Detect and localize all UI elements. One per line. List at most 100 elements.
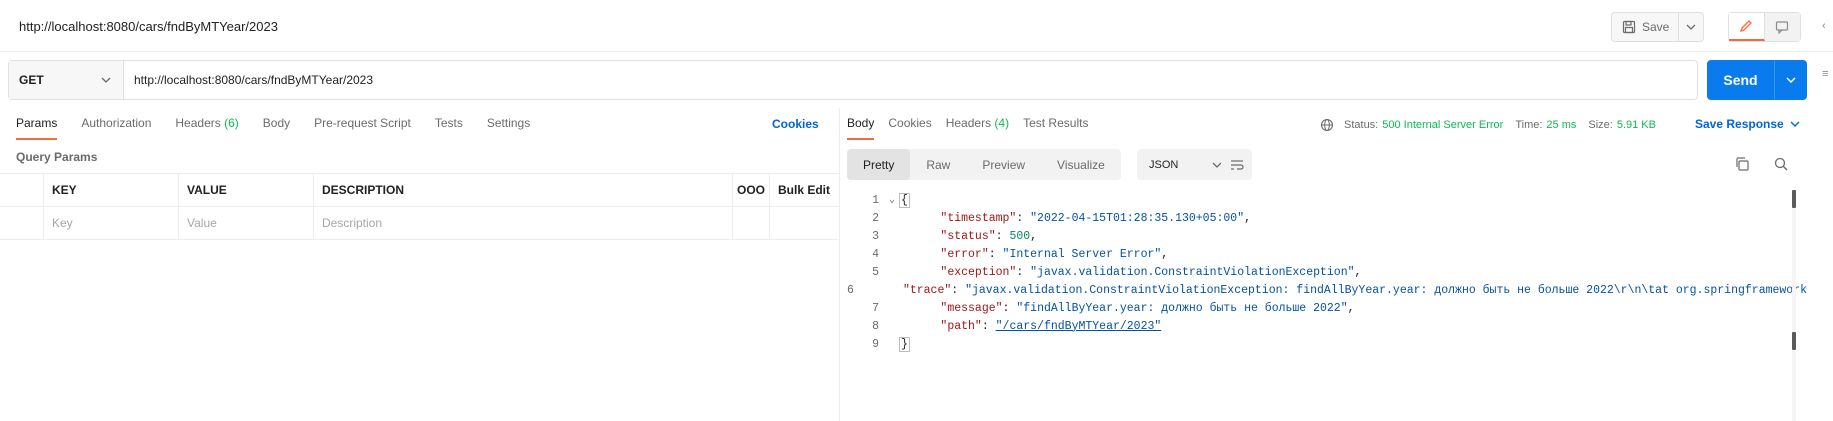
format-visualize[interactable]: Visualize (1041, 149, 1121, 180)
request-title[interactable]: http://localhost:8080/cars/fndByMTYear/2… (19, 19, 278, 34)
tab-response-cookies[interactable]: Cookies (888, 112, 931, 140)
save-button[interactable]: Save (1612, 13, 1680, 41)
save-response-button[interactable]: Save Response (1695, 117, 1800, 131)
json-key: "exception" (940, 265, 1017, 279)
status-label: Status: (1344, 119, 1379, 131)
format-pretty[interactable]: Pretty (847, 149, 911, 180)
code-line: 6 "trace": "javax.validation.ConstraintV… (847, 283, 1807, 297)
line-number: 3 (872, 229, 879, 243)
tab-count: (4) (994, 116, 1010, 130)
tab-count: (6) (224, 116, 239, 130)
side-panel-menu-icon[interactable]: ≡ (1822, 68, 1828, 80)
row-checkbox[interactable] (0, 207, 44, 239)
pencil-icon (1740, 20, 1753, 33)
comment-icon (1776, 21, 1789, 34)
code-line: 4 "error": "Internal Server Error", (847, 245, 1807, 263)
side-panel-arrow-icon[interactable]: ‹ (1822, 20, 1826, 32)
json-key: "message" (940, 301, 1003, 315)
row-spacer (770, 207, 839, 239)
value-field[interactable]: Value (179, 207, 314, 239)
send-button[interactable]: Send (1707, 60, 1775, 100)
language-value: JSON (1149, 158, 1179, 171)
send-options-button[interactable] (1775, 60, 1807, 100)
edit-mode-button[interactable] (1729, 13, 1765, 41)
tab-label: Params (16, 116, 58, 130)
vertical-scrollbar[interactable] (1792, 190, 1796, 421)
tab-label: Headers (945, 116, 992, 130)
tab-label: Headers (175, 116, 221, 130)
status-value[interactable]: 500 Internal Server Error (1382, 119, 1503, 131)
chevron-down-icon (1686, 24, 1696, 30)
tab-tests[interactable]: Tests (435, 112, 463, 140)
request-tabs: Params Authorization Headers (6) Body Pr… (16, 112, 554, 142)
response-tabs: Body Cookies Headers (4) Test Results (847, 112, 1112, 142)
time-value[interactable]: 25 ms (1546, 119, 1576, 131)
size-label: Size: (1588, 119, 1613, 131)
description-field[interactable]: Description (314, 207, 733, 239)
tab-body[interactable]: Body (263, 112, 290, 140)
pane-divider[interactable] (839, 108, 840, 421)
json-key: "timestamp" (940, 211, 1017, 225)
code-text: { (899, 192, 910, 208)
line-number: 6 (847, 283, 854, 297)
column-header-description: DESCRIPTION (314, 174, 733, 206)
url-input[interactable] (124, 61, 1697, 99)
chevron-down-icon (1790, 121, 1800, 127)
language-select[interactable]: JSON (1137, 149, 1234, 180)
method-select[interactable]: GET (9, 61, 124, 99)
comment-mode-button[interactable] (1764, 13, 1800, 41)
column-options-button[interactable]: ooo (733, 174, 770, 206)
wrap-lines-button[interactable] (1221, 149, 1252, 180)
line-number: 9 (872, 337, 879, 351)
line-number: 1 (872, 193, 879, 207)
scrollbar-thumb[interactable] (1792, 190, 1796, 208)
line-number: 5 (872, 265, 879, 279)
tab-label: Body (847, 116, 875, 130)
response-body-editor[interactable]: 1 ⌄ { 2 "timestamp": "2022-04-15T01:28:3… (847, 191, 1807, 421)
tab-response-headers[interactable]: Headers (4) (946, 112, 1009, 140)
line-number: 4 (872, 247, 879, 261)
json-key: "path" (940, 319, 982, 333)
json-value: "javax.validation.ConstraintViolationExc… (1030, 265, 1355, 279)
query-params-label: Query Params (16, 150, 98, 164)
size-value[interactable]: 5.91 KB (1617, 119, 1656, 131)
json-value: "javax.validation.ConstraintViolationExc… (965, 283, 1807, 297)
format-preview[interactable]: Preview (966, 149, 1041, 180)
json-value: "Internal Server Error" (1002, 247, 1162, 261)
tab-headers[interactable]: Headers (6) (175, 112, 238, 140)
bulk-edit-button[interactable]: Bulk Edit (770, 174, 839, 206)
tab-label: Test Results (1023, 116, 1089, 130)
save-response-label: Save Response (1695, 117, 1784, 131)
save-options-button[interactable] (1679, 24, 1703, 30)
fold-chevron-icon[interactable]: ⌄ (885, 194, 899, 206)
tab-response-body[interactable]: Body (847, 112, 875, 140)
save-button-label: Save (1642, 20, 1670, 34)
json-link-value[interactable]: "/cars/fndByMTYear/2023" (996, 320, 1162, 333)
code-line: 8 "path": "/cars/fndByMTYear/2023" (847, 317, 1807, 335)
tab-pre-request-script[interactable]: Pre-request Script (314, 112, 411, 140)
copy-icon[interactable] (1734, 156, 1750, 172)
globe-icon[interactable] (1320, 118, 1334, 132)
json-key: "trace" (902, 283, 952, 297)
scrollbar-thumb[interactable] (1792, 332, 1796, 350)
tab-authorization[interactable]: Authorization (81, 112, 151, 140)
json-key: "error" (940, 247, 989, 261)
tab-test-results[interactable]: Test Results (1023, 112, 1088, 140)
code-text: } (899, 336, 910, 352)
table-header-row: KEY VALUE DESCRIPTION ooo Bulk Edit (0, 174, 839, 207)
code-line: 1 ⌄ { (847, 191, 1807, 209)
tab-settings[interactable]: Settings (487, 112, 530, 140)
json-key: "status" (940, 229, 996, 243)
time-label: Time: (1515, 119, 1543, 131)
code-line: 3 "status": 500, (847, 227, 1807, 245)
key-field[interactable]: Key (44, 207, 179, 239)
search-icon[interactable] (1773, 156, 1789, 172)
tab-label: Authorization (81, 116, 152, 130)
format-raw[interactable]: Raw (910, 149, 966, 180)
cookies-link[interactable]: Cookies (772, 117, 819, 131)
column-header-value: VALUE (179, 174, 314, 206)
code-line: 2 "timestamp": "2022-04-15T01:28:35.130+… (847, 209, 1807, 227)
wrap-lines-icon (1230, 159, 1244, 170)
tab-label: Body (262, 116, 291, 130)
tab-params[interactable]: Params (16, 112, 58, 140)
